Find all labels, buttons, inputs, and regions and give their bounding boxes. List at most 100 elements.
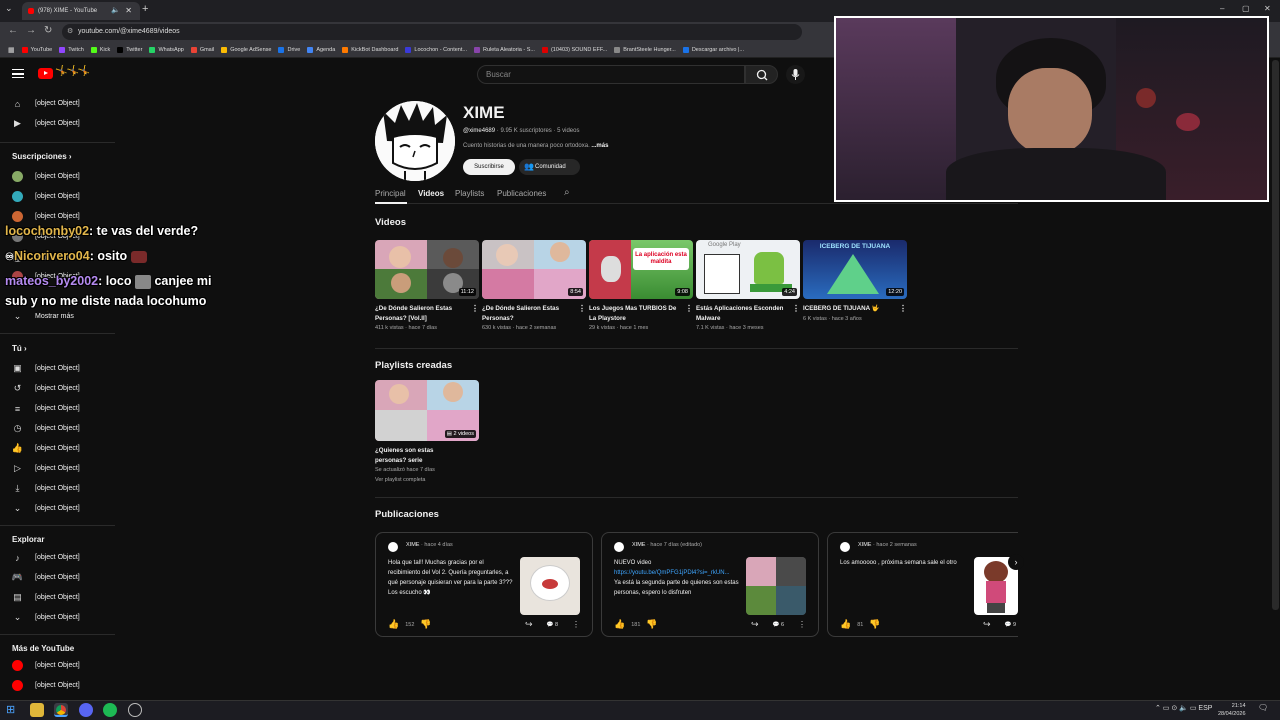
share-icon[interactable]: ↪ [525, 619, 533, 630]
sidebar-item-you[interactable]: ≡ [object Object] [12, 403, 80, 414]
more-options-icon[interactable]: ⋮ [685, 304, 693, 314]
video-title[interactable]: ¿De Dónde Salieron Estas Personas? ⋮ [482, 304, 586, 323]
minimize-button[interactable]: – [1220, 4, 1224, 13]
more-options-icon[interactable]: ⋮ [798, 620, 806, 629]
more-options-icon[interactable]: ⋮ [572, 620, 580, 629]
channel-avatar[interactable] [375, 101, 455, 181]
dislike-icon[interactable]: 👎 [646, 619, 657, 630]
subscriptions-heading[interactable]: Suscripciones › [12, 152, 72, 161]
url-bar[interactable]: ⚙ youtube.com/@xime4689/videos [62, 24, 802, 40]
video-card[interactable]: 11:12 ¿De Dónde Salieron Estas Personas?… [375, 240, 479, 331]
browser-tab[interactable]: (978) XIME - YouTube 🔈 ✕ [22, 2, 140, 20]
system-tray[interactable]: ⌃ ▭ ⊙ 🔈 ▭ ESP [1155, 704, 1212, 712]
video-title[interactable]: ICEBERG DE TIJUANA 🤟 ⋮ [803, 304, 907, 314]
sidebar-subscription[interactable]: [object Object] [12, 191, 80, 202]
sidebar-item-you[interactable]: ▷ [object Object] [12, 463, 80, 474]
new-tab-button[interactable]: + [142, 3, 148, 15]
tab-publicaciones[interactable]: Publicaciones [497, 189, 546, 198]
apps-icon[interactable]: ▦ [8, 46, 15, 54]
sidebar-subscription[interactable]: [object Object] [12, 171, 80, 182]
sidebar-item-you[interactable]: ▣ [object Object] [12, 363, 80, 374]
tab-videos[interactable]: Videos [418, 189, 444, 198]
more-options-icon[interactable]: ⋮ [471, 304, 479, 314]
reload-button[interactable]: ↻ [44, 25, 52, 36]
video-thumbnail[interactable]: 11:12 [375, 240, 479, 299]
chrome-icon[interactable] [54, 703, 68, 717]
next-posts-button[interactable]: › [1008, 554, 1024, 570]
like-icon[interactable]: 👍 [840, 619, 851, 630]
start-icon[interactable]: ⊞ [6, 703, 20, 717]
video-card[interactable]: La aplicación esta maldita 9:08 Los Jueg… [589, 240, 693, 331]
post-card[interactable]: XIME · hace 7 días (editado) NUEVO video… [601, 532, 819, 637]
sidebar-item-more[interactable]: [object Object] [12, 680, 80, 691]
bookmark-item[interactable]: Gmail [190, 46, 214, 53]
video-card[interactable]: ICEBERG DE TIJUANA 12:20 ICEBERG DE TIJU… [803, 240, 907, 322]
video-card[interactable]: Google Play 4:24 Estás Aplicaciones Esco… [696, 240, 800, 331]
site-info-icon[interactable]: ⚙ [67, 24, 73, 40]
search-button[interactable] [745, 65, 778, 84]
post-card[interactable]: XIME · hace 2 semanas Los amooooo , próx… [827, 532, 1018, 637]
share-icon[interactable]: ↪ [751, 619, 759, 630]
more-options-icon[interactable]: ⋮ [899, 304, 907, 314]
speaker-icon[interactable]: 🔈 [111, 2, 120, 20]
discord-icon[interactable] [79, 703, 93, 717]
view-playlist-link[interactable]: Ver playlist completa [375, 477, 479, 483]
video-thumbnail[interactable]: ICEBERG DE TIJUANA 12:20 [803, 240, 907, 299]
forward-button[interactable]: → [26, 25, 36, 36]
like-icon[interactable]: 👍 [614, 619, 625, 630]
bookmark-item[interactable]: Twitch [59, 46, 84, 53]
video-title[interactable]: Los Juegos Mas TURBIOS De La Playstore ⋮ [589, 304, 693, 323]
tab-playlists[interactable]: Playlists [455, 189, 484, 198]
video-thumbnail[interactable]: Google Play 4:24 [696, 240, 800, 299]
playlist-card[interactable]: ▤ 2 videos ¿Quienes son estas personas? … [375, 380, 479, 483]
like-icon[interactable]: 👍 [388, 619, 399, 630]
tab-search-icon[interactable]: ⌄ [5, 3, 13, 14]
post-link[interactable]: https://youtu.be/QmPFG1jPDl4?si=_rkUN... [614, 570, 730, 576]
sidebar-item-you[interactable]: ↺ [object Object] [12, 383, 80, 394]
maximize-button[interactable]: ▢ [1242, 4, 1250, 13]
menu-icon[interactable] [12, 69, 24, 78]
sidebar-item-you[interactable]: ⌄ [object Object] [12, 503, 80, 514]
sidebar-item-you[interactable]: 👍 [object Object] [12, 443, 80, 454]
video-card[interactable]: 8:54 ¿De Dónde Salieron Estas Personas? ⋮… [482, 240, 586, 331]
playlist-title[interactable]: ¿Quienes son estas personas? serie [375, 446, 479, 465]
sidebar-item-you[interactable]: ⤓ [object Object] [12, 483, 80, 494]
tab-principal[interactable]: Principal [375, 189, 406, 198]
bookmark-item[interactable]: Agenda [307, 46, 335, 53]
video-title[interactable]: Estás Aplicaciones Esconden Malware ⋮ [696, 304, 800, 323]
sidebar-subscription[interactable]: [object Object] [12, 211, 80, 222]
obs-icon[interactable] [128, 703, 142, 717]
dislike-icon[interactable]: 👎 [869, 619, 880, 630]
you-heading[interactable]: Tú › [12, 344, 27, 353]
subscribe-button[interactable]: Suscribirse [463, 159, 515, 175]
bookmark-item[interactable]: Kick [90, 46, 110, 53]
bookmark-item[interactable]: Locochon - Content... [405, 46, 467, 53]
channel-description[interactable]: Cuento historias de una manera poco orto… [463, 143, 608, 149]
post-image[interactable] [746, 557, 806, 615]
comment-button[interactable]: 💬 6 [773, 622, 784, 628]
sidebar-item-explore[interactable]: ⌄ [object Object] [12, 612, 80, 623]
bookmark-item[interactable]: BrantSteele Hunger... [614, 46, 676, 53]
close-window-button[interactable]: ✕ [1264, 4, 1271, 13]
sidebar-show-more[interactable]: ⌄ Mostrar más [12, 311, 74, 322]
post-image[interactable] [520, 557, 580, 615]
sidebar-item-shorts[interactable]: ▶ [object Object] [12, 118, 80, 129]
voice-search-button[interactable] [786, 65, 805, 84]
video-title[interactable]: ¿De Dónde Salieron Estas Personas? [Vol.… [375, 304, 479, 323]
clock[interactable]: 21:14 28/04/2026 [1218, 702, 1246, 718]
close-tab-icon[interactable]: ✕ [125, 2, 132, 20]
sidebar-item-explore[interactable]: ▤ [object Object] [12, 592, 80, 603]
bookmark-item[interactable]: Twitter [117, 46, 142, 53]
dislike-icon[interactable]: 👎 [420, 619, 431, 630]
comment-button[interactable]: 💬 8 [547, 622, 558, 628]
file-explorer-icon[interactable] [30, 703, 44, 717]
language-indicator[interactable]: ESP [1198, 705, 1212, 712]
bookmark-item[interactable]: Drive [278, 46, 300, 53]
youtube-logo-icon[interactable] [38, 68, 53, 79]
notification-icon[interactable]: 🗨 [1258, 703, 1268, 712]
bookmark-item[interactable]: Ruleta Aleatoria - S... [473, 46, 535, 53]
more-youtube-heading[interactable]: Más de YouTube [12, 644, 74, 653]
more-options-icon[interactable]: ⋮ [792, 304, 800, 314]
sidebar-item-more[interactable]: [object Object] [12, 660, 80, 671]
comment-button[interactable]: 💬 9 [1005, 622, 1016, 628]
